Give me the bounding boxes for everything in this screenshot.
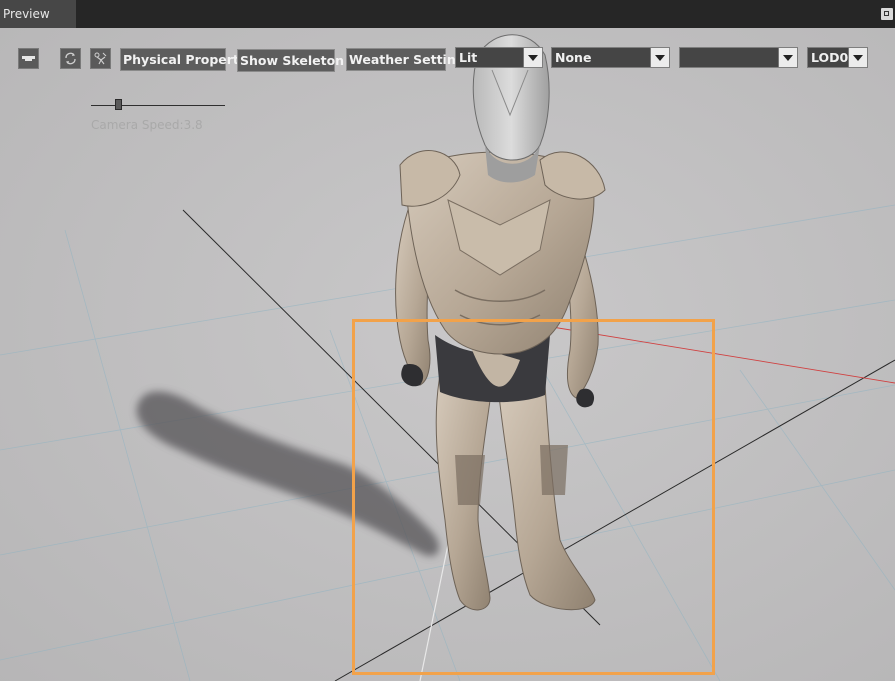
- selection-outline: [352, 319, 715, 675]
- show-skeleton-button[interactable]: Show Skeleton: [237, 49, 344, 72]
- lod-select-value: LOD0: [811, 50, 849, 65]
- animation-select[interactable]: None: [551, 47, 670, 68]
- chevron-down-icon: [778, 48, 797, 67]
- animation-icon[interactable]: [90, 48, 111, 69]
- tab-preview[interactable]: Preview: [0, 0, 76, 28]
- weather-settings-button[interactable]: Weather Settings: [346, 48, 472, 71]
- lighting-mode-select[interactable]: Lit: [455, 47, 543, 68]
- camera-speed-label: Camera Speed:3.8: [91, 118, 203, 132]
- chevron-down-icon: [523, 48, 542, 67]
- physical-property-button[interactable]: Physical Property: [120, 48, 247, 71]
- lighting-mode-value: Lit: [459, 50, 478, 65]
- pin-icon[interactable]: [881, 8, 893, 20]
- preview-viewport[interactable]: Physical Property Show Skeleton Weather …: [0, 28, 895, 681]
- animation-select-value: None: [555, 50, 592, 65]
- chevron-down-icon: [650, 48, 669, 67]
- chevron-down-icon: [848, 48, 867, 67]
- panel-tab-bar: Preview: [0, 0, 895, 28]
- view-mode-icon[interactable]: [18, 48, 39, 69]
- camera-speed-slider[interactable]: [115, 99, 122, 110]
- camera-speed-track[interactable]: [91, 105, 225, 106]
- lod-select[interactable]: LOD0: [807, 47, 868, 68]
- refresh-icon[interactable]: [60, 48, 81, 69]
- empty-select[interactable]: [679, 47, 798, 68]
